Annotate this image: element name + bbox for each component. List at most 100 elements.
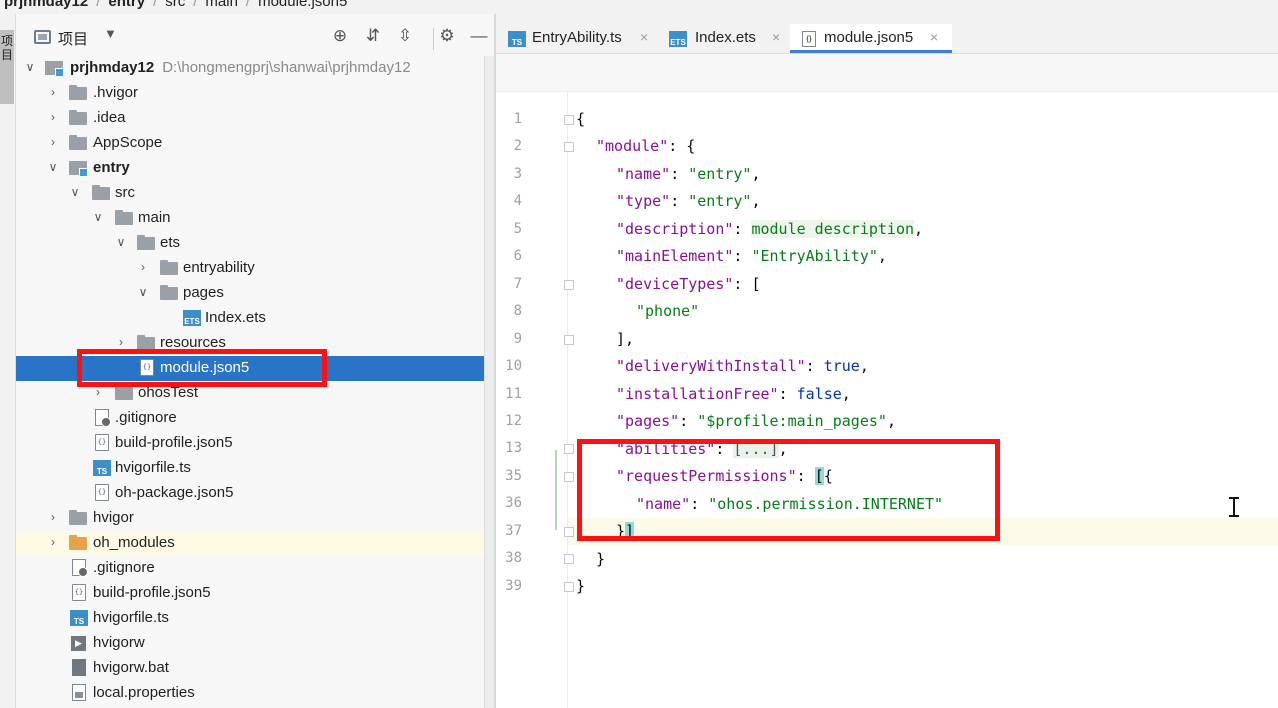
code-line[interactable]: } [596, 546, 605, 573]
tree-row[interactable]: hvigorw.bat [16, 656, 494, 681]
code-line[interactable]: { [576, 106, 585, 133]
code-line[interactable]: "phone" [636, 298, 699, 325]
fold-marker-icon[interactable] [564, 115, 574, 125]
fold-marker-icon[interactable] [564, 279, 574, 290]
breadcrumb-src[interactable]: src [165, 0, 185, 10]
code-line[interactable]: } [576, 573, 585, 600]
tree-row[interactable]: {} build-profile.json5 [16, 431, 494, 456]
close-icon[interactable]: × [640, 29, 648, 45]
tree-row[interactable]: {} build-profile.json5 [16, 581, 494, 606]
tree-row[interactable]: .gitignore [16, 406, 494, 431]
breadcrumb-main[interactable]: main [205, 0, 238, 10]
tree-row[interactable]: ∨ ets [16, 231, 494, 256]
code-line[interactable]: "installationFree": false, [616, 381, 851, 408]
breadcrumb-entry[interactable]: entry [108, 0, 145, 10]
chevron-down-icon[interactable]: ∨ [137, 285, 149, 299]
tree-item-label: entryability [183, 259, 255, 276]
tree-row[interactable]: ∨ pages [16, 281, 494, 306]
line-number: 5 [513, 220, 522, 237]
code-line[interactable]: "mainElement": "EntryAbility", [616, 243, 887, 270]
chevron-right-icon[interactable]: › [47, 85, 59, 99]
fold-marker-icon[interactable] [564, 334, 574, 345]
chevron-down-icon[interactable]: ∨ [24, 60, 36, 74]
breadcrumb-project[interactable]: prjhmday12 [4, 0, 88, 10]
close-icon[interactable]: × [772, 29, 780, 45]
tree-row-root[interactable]: ∨ prjhmday12 D:\hongmengprj\shanwai\prjhm… [16, 56, 494, 81]
chevron-down-icon[interactable]: ▼ [104, 26, 117, 41]
code-line[interactable]: "deliveryWithInstall": true, [616, 353, 869, 380]
code-line[interactable]: "deviceTypes": [ [616, 271, 761, 298]
tree-row[interactable]: › oh_modules [16, 531, 494, 556]
line-number: 13 [505, 440, 522, 457]
close-icon[interactable]: × [930, 29, 938, 45]
fold-marker-icon[interactable] [564, 444, 574, 455]
tree-row[interactable]: › AppScope [16, 131, 494, 156]
expand-all-icon[interactable]: ⇵ [363, 26, 383, 46]
line-number: 4 [513, 193, 522, 210]
json-file-icon: {} [95, 484, 109, 501]
chevron-down-icon[interactable]: ∨ [115, 235, 127, 249]
tab-entryability[interactable]: TS EntryAbility.ts × [496, 24, 656, 53]
tree-row-entry[interactable]: ∨ entry [16, 156, 494, 181]
chevron-down-icon[interactable]: ∨ [69, 185, 81, 199]
tree-item-label: hvigorw [93, 634, 145, 651]
batch-file-icon [72, 659, 86, 676]
tab-module-json5[interactable]: {} module.json5 × [790, 24, 952, 53]
collapse-all-icon[interactable]: ⇳ [395, 26, 415, 46]
breadcrumb-file[interactable]: module.json5 [258, 0, 347, 10]
chevron-down-icon[interactable]: ∨ [47, 160, 59, 174]
tree-row[interactable]: .gitignore [16, 556, 494, 581]
folder-icon [69, 135, 87, 150]
tree-row[interactable]: TS hvigorfile.ts [16, 456, 494, 481]
module-folder-icon [45, 61, 64, 77]
gear-icon[interactable]: ⚙ [437, 26, 457, 46]
chevron-right-icon[interactable]: › [137, 260, 149, 274]
fold-marker-icon[interactable] [564, 554, 574, 565]
chevron-right-icon[interactable]: › [92, 385, 104, 399]
tree-row[interactable]: › entryability [16, 256, 494, 281]
line-number: 39 [505, 577, 522, 594]
project-panel-title[interactable]: 项目 [58, 28, 88, 49]
tree-row[interactable]: TS hvigorfile.ts [16, 606, 494, 631]
editor: TS EntryAbility.ts × ETS Index.ets × {} … [496, 14, 1278, 708]
tree-row[interactable]: ∨ main [16, 206, 494, 231]
chevron-right-icon[interactable]: › [47, 135, 59, 149]
tree-row[interactable]: › hvigor [16, 506, 494, 531]
tab-index[interactable]: ETS Index.ets × [659, 24, 787, 53]
tree-row[interactable]: › .idea [16, 106, 494, 131]
line-number: 37 [505, 522, 522, 539]
folder-icon [115, 210, 133, 225]
inlay-value: module description [751, 220, 915, 238]
fold-marker-icon[interactable] [564, 471, 574, 482]
vcs-change-marker[interactable] [555, 450, 557, 530]
minimize-icon[interactable]: — [469, 26, 489, 46]
line-number: 1 [513, 111, 522, 127]
code-line[interactable]: ], [616, 326, 634, 353]
chevron-down-icon[interactable]: ∨ [92, 210, 104, 224]
code-line[interactable]: "type": "entry", [616, 188, 761, 215]
tree-item-label: ets [160, 234, 181, 251]
editor-tab-bar: TS EntryAbility.ts × ETS Index.ets × {} … [496, 14, 1278, 54]
fold-marker-icon[interactable] [564, 142, 574, 153]
tree-row[interactable]: {} oh-package.json5 [16, 481, 494, 506]
folder-icon [69, 510, 87, 525]
project-tool-tab[interactable]: 项目 [0, 30, 14, 104]
tree-item-label: entry [93, 159, 130, 176]
code-line[interactable]: "module": { [596, 133, 695, 160]
chevron-right-icon[interactable]: › [47, 110, 59, 124]
chevron-right-icon[interactable]: › [47, 510, 59, 524]
tree-row[interactable]: local.properties [16, 681, 494, 706]
tree-row[interactable]: ▶ hvigorw [16, 631, 494, 656]
project-panel-scrollbar[interactable] [484, 56, 494, 708]
chevron-right-icon[interactable]: › [47, 535, 59, 549]
code-line[interactable]: "pages": "$profile:main_pages", [616, 408, 896, 435]
code-line[interactable]: "description": module description, [616, 216, 923, 243]
tree-row[interactable]: ETS Index.ets [16, 306, 494, 331]
code-line[interactable]: "name": "entry", [616, 161, 761, 188]
fold-marker-icon[interactable] [564, 581, 574, 592]
chevron-right-icon[interactable]: › [115, 335, 127, 349]
tree-row[interactable]: ∨ src [16, 181, 494, 206]
fold-marker-icon[interactable] [564, 526, 574, 537]
locate-icon[interactable]: ⊕ [330, 26, 350, 46]
tree-row[interactable]: › .hvigor [16, 81, 494, 106]
